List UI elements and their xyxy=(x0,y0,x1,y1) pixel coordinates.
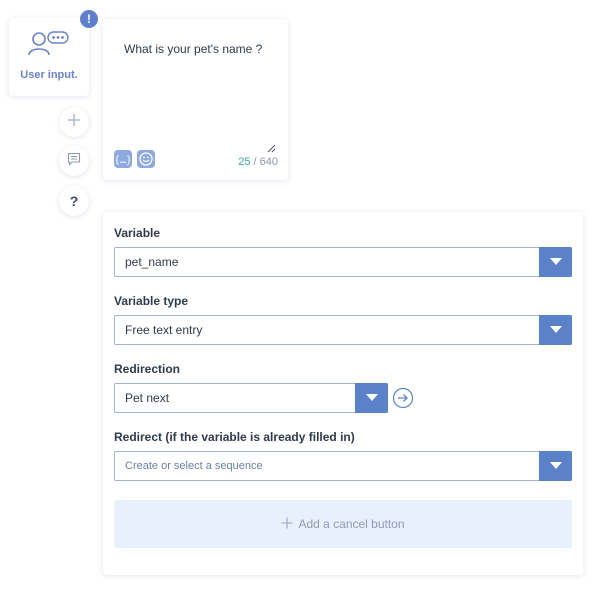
emoji-icon[interactable] xyxy=(137,150,155,168)
node-label: User input. xyxy=(20,69,78,81)
variable-type-select[interactable]: Free text entry xyxy=(114,315,572,345)
variable-value: pet_name xyxy=(125,255,179,269)
redirect-filled-select[interactable]: Create or select a sequence xyxy=(114,451,572,481)
comment-button[interactable] xyxy=(59,146,89,176)
user-input-node[interactable]: User input. xyxy=(9,18,89,96)
user-chat-icon xyxy=(28,31,70,62)
comment-icon xyxy=(67,152,81,171)
variable-type-value: Free text entry xyxy=(125,323,203,337)
redirection-select[interactable]: Pet next xyxy=(114,383,388,413)
redirection-value: Pet next xyxy=(125,391,170,405)
svg-text:{…}: {…} xyxy=(116,155,130,165)
char-counter: 25 / 640 xyxy=(238,156,278,168)
input-settings-panel: Variable pet_name Variable type Free tex… xyxy=(103,212,583,575)
go-to-sequence-icon[interactable] xyxy=(392,387,414,414)
help-button[interactable]: ? xyxy=(59,186,89,216)
add-cancel-label: Add a cancel button xyxy=(298,517,405,531)
redirect-filled-label: Redirect (if the variable is already fil… xyxy=(114,430,355,444)
plus-icon xyxy=(281,517,293,532)
message-text[interactable]: What is your pet's name ? xyxy=(124,42,262,56)
char-count-separator: / xyxy=(253,156,257,168)
variable-select[interactable]: pet_name xyxy=(114,247,572,277)
plus-icon xyxy=(67,113,81,132)
char-count-max: 640 xyxy=(259,156,278,168)
chevron-down-icon[interactable] xyxy=(539,247,572,277)
chevron-down-icon[interactable] xyxy=(539,451,572,481)
redirect-filled-placeholder: Create or select a sequence xyxy=(125,460,263,472)
char-count-current: 25 xyxy=(238,156,251,168)
chevron-down-icon[interactable] xyxy=(539,315,572,345)
add-cancel-button[interactable]: Add a cancel button xyxy=(114,500,572,548)
variable-label: Variable xyxy=(114,226,161,240)
message-editor[interactable]: What is your pet's name ? {…} 25 / 640 xyxy=(103,19,288,180)
variable-type-label: Variable type xyxy=(114,294,189,308)
redirection-label: Redirection xyxy=(114,362,181,376)
warning-badge[interactable]: ! xyxy=(80,10,98,28)
chevron-down-icon[interactable] xyxy=(355,383,388,413)
add-button[interactable] xyxy=(59,107,89,137)
braces-icon[interactable]: {…} xyxy=(114,150,132,168)
